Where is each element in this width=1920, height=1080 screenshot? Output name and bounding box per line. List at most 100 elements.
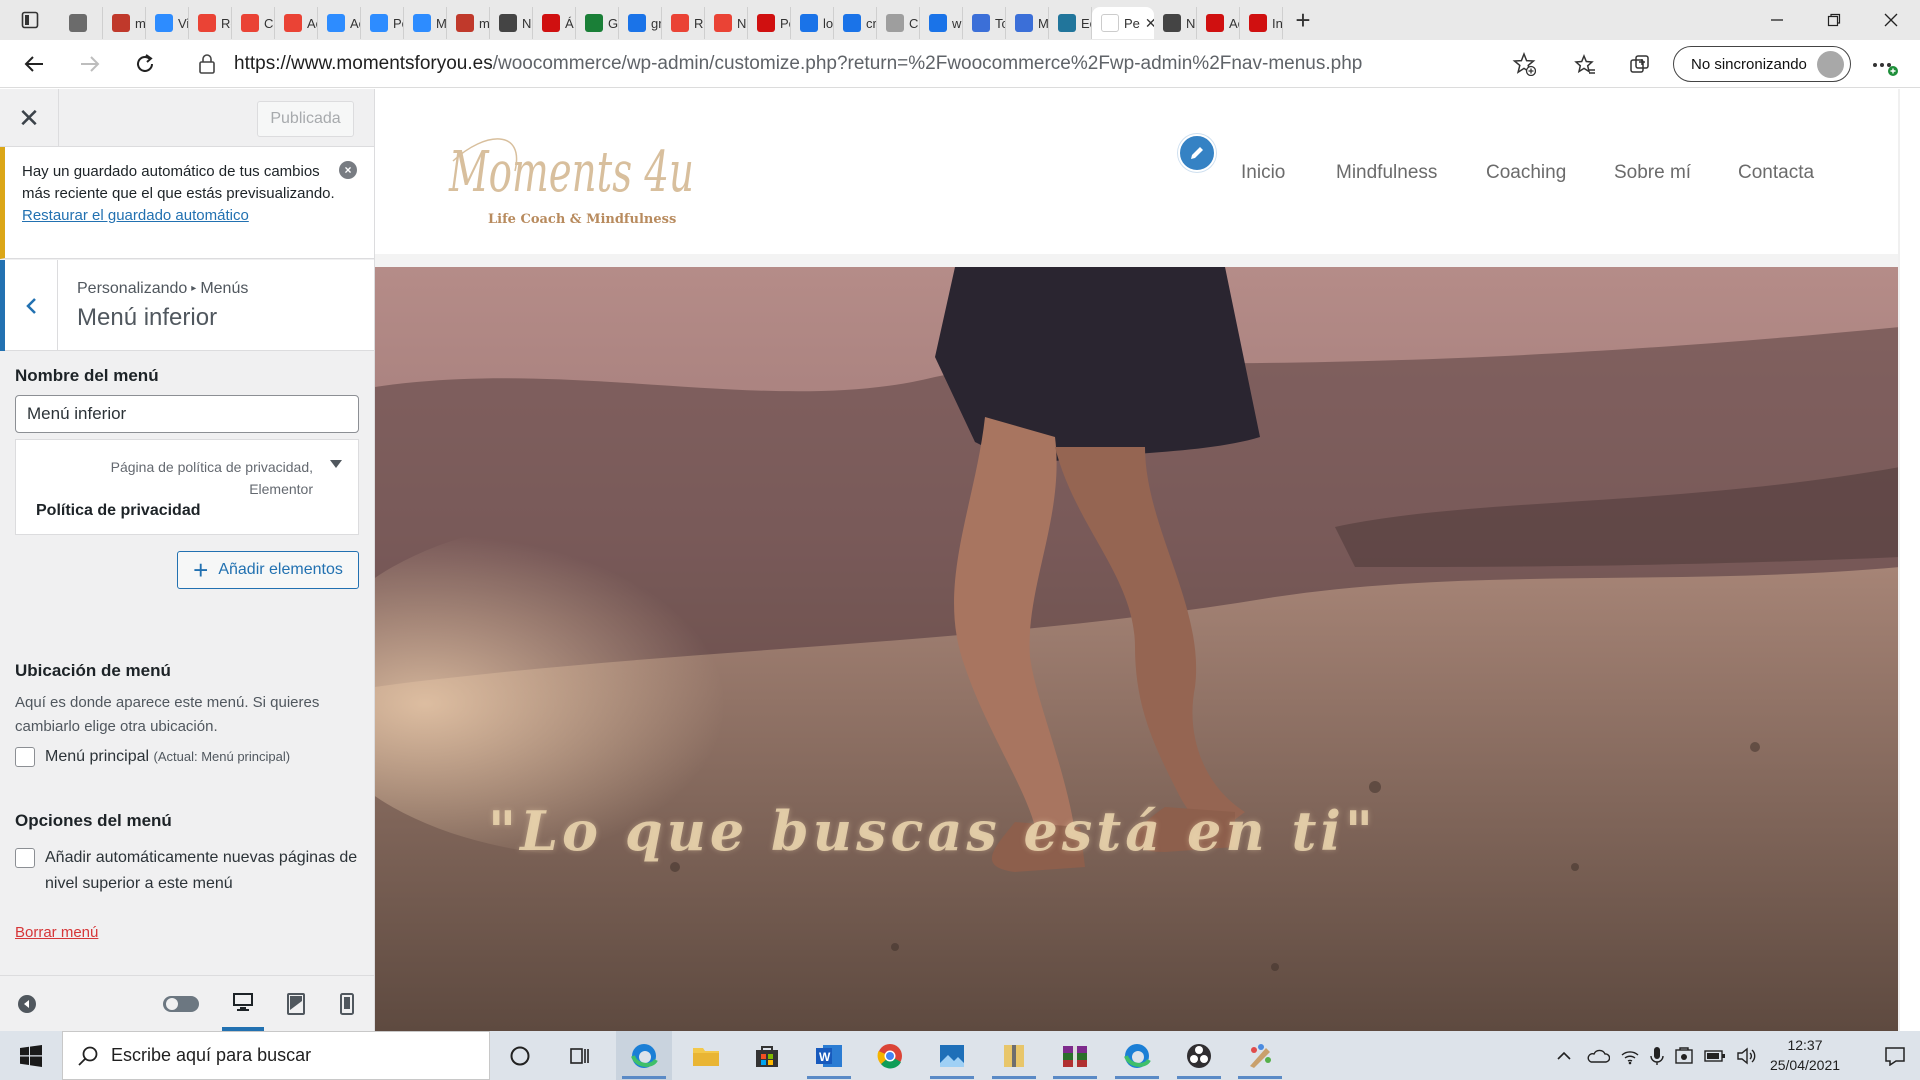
cortana-button[interactable] [492, 1031, 548, 1080]
more-menu-icon[interactable] [1871, 54, 1899, 76]
browser-tab[interactable]: N [705, 7, 748, 39]
browser-tab[interactable]: m [447, 7, 490, 39]
nav-link-sobre-mi[interactable]: Sobre mí [1614, 162, 1691, 184]
auto-add-option[interactable]: Añadir automáticamente nuevas páginas de… [15, 845, 360, 897]
tab-label: Tc [995, 15, 1005, 31]
notifications-button[interactable] [1870, 1031, 1920, 1080]
taskbar-edge-2-button[interactable] [1109, 1031, 1165, 1080]
taskbar-winrar-button[interactable] [1047, 1031, 1103, 1080]
browser-tab[interactable]: N [1154, 7, 1197, 39]
breadcrumb-separator: ▸ [191, 283, 197, 294]
browser-tab[interactable]: gr [619, 7, 662, 39]
close-tab-icon[interactable]: ✕ [1145, 15, 1154, 32]
taskbar-chrome-button[interactable] [862, 1031, 918, 1080]
dismiss-notice-icon[interactable]: × [339, 161, 357, 179]
browser-tab[interactable]: Tc [963, 7, 1006, 39]
delete-menu-link[interactable]: Borrar menú [15, 924, 98, 941]
preview-mobile-button[interactable] [330, 976, 364, 1031]
browser-tab[interactable]: In [1240, 7, 1283, 39]
browser-tab[interactable]: Pc [361, 7, 404, 39]
reload-button[interactable] [123, 42, 167, 86]
nav-link-coaching[interactable]: Coaching [1486, 162, 1566, 184]
taskbar-edge-button[interactable] [616, 1031, 672, 1080]
microphone-icon[interactable] [1650, 1046, 1664, 1066]
back-to-menus-button[interactable] [0, 260, 58, 351]
security-icon[interactable] [1674, 1046, 1694, 1066]
edit-shortcut-button[interactable] [1178, 134, 1216, 172]
collections-icon[interactable] [1628, 53, 1652, 77]
menu-item-privacy[interactable]: Página de política de privacidad, Elemen… [15, 439, 359, 535]
location-primary-checkbox[interactable] [15, 747, 35, 767]
browser-tab[interactable]: Re [662, 7, 705, 39]
sync-status-button[interactable]: No sincronizando [1673, 46, 1851, 82]
minimize-button[interactable] [1748, 0, 1805, 40]
back-button[interactable] [12, 42, 56, 86]
restore-button[interactable] [1805, 0, 1862, 40]
browser-tab[interactable]: Re [189, 7, 232, 39]
forward-button[interactable] [68, 42, 112, 86]
favorites-icon[interactable] [1573, 53, 1597, 77]
taskbar-clock[interactable]: 12:37 25/04/2021 [1755, 1035, 1855, 1075]
browser-tab[interactable]: Cl [877, 7, 920, 39]
start-button[interactable] [0, 1031, 62, 1080]
url-field[interactable]: https://www.momentsforyou.es/woocommerce… [180, 44, 1548, 84]
site-preview: Moments 4u Life Coach & Mindfulness Inic… [375, 89, 1900, 1031]
location-primary-option[interactable]: Menú principal (Actual: Menú principal) [15, 744, 290, 770]
browser-tab[interactable]: Cc [232, 7, 275, 39]
browser-tab[interactable] [60, 7, 103, 39]
browser-tab[interactable]: Pc [748, 7, 791, 39]
browser-tab-active[interactable]: Pe ✕ [1092, 7, 1154, 39]
new-tab-button[interactable]: + [1283, 0, 1323, 40]
browser-tab[interactable]: m [103, 7, 146, 39]
browser-tab[interactable]: M [404, 7, 447, 39]
add-favorite-icon[interactable] [1512, 52, 1536, 76]
nav-link-mindfulness[interactable]: Mindfulness [1336, 162, 1437, 184]
task-view-button[interactable] [552, 1031, 608, 1080]
onedrive-icon[interactable] [1586, 1048, 1610, 1064]
menu-name-input[interactable] [15, 395, 359, 433]
lock-icon [199, 54, 215, 74]
taskbar-paint-button[interactable] [1232, 1031, 1288, 1080]
taskbar-word-button[interactable]: W [801, 1031, 857, 1080]
preview-desktop-button[interactable] [222, 976, 264, 1031]
taskbar-archive-button[interactable] [986, 1031, 1042, 1080]
taskbar-photos-button[interactable] [924, 1031, 980, 1080]
caret-down-icon[interactable] [330, 460, 342, 468]
taskbar-search[interactable]: Escribe aquí para buscar [62, 1031, 490, 1080]
collapse-sidebar-button[interactable] [12, 976, 42, 1031]
tab-label: wi [952, 15, 962, 31]
browser-tab[interactable]: Gr [576, 7, 619, 39]
browser-tab[interactable]: N [490, 7, 533, 39]
browser-tab[interactable]: Ac [1197, 7, 1240, 39]
restore-autosave-link[interactable]: Restaurar el guardado automático [22, 207, 249, 224]
taskbar-explorer-button[interactable] [678, 1031, 734, 1080]
browser-tab[interactable]: M [1006, 7, 1049, 39]
browser-tab[interactable]: cr [834, 7, 877, 39]
chevron-up-icon[interactable] [1556, 1048, 1572, 1064]
browser-tab[interactable]: wi [920, 7, 963, 39]
taskbar-obs-button[interactable] [1171, 1031, 1227, 1080]
nav-link-inicio[interactable]: Inicio [1241, 162, 1285, 184]
auto-add-checkbox[interactable] [15, 848, 35, 868]
section-title: Menú inferior [77, 304, 218, 331]
browser-tab[interactable]: Ec [1049, 7, 1092, 39]
dark-mode-toggle[interactable] [160, 976, 202, 1031]
publish-button[interactable]: Publicada [257, 101, 354, 137]
browser-tab[interactable]: lo [791, 7, 834, 39]
battery-icon[interactable] [1704, 1049, 1726, 1063]
nav-link-contacta[interactable]: Contacta [1738, 162, 1814, 184]
browser-tab[interactable]: Ac [275, 7, 318, 39]
browser-tab[interactable]: Ac [318, 7, 361, 39]
preview-tablet-button[interactable] [276, 976, 316, 1031]
tab-label: Cc [264, 15, 274, 31]
browser-tab[interactable]: Á [533, 7, 576, 39]
preview-scrollbar[interactable] [1898, 89, 1900, 1031]
wifi-icon[interactable] [1620, 1047, 1640, 1065]
add-items-button[interactable]: + Añadir elementos [177, 551, 359, 589]
browser-tab-strip: mViReCcAcAcPcMmNÁGrgrReNPclocrClwiTcMEcP… [0, 0, 1920, 40]
tab-actions-button[interactable] [0, 0, 60, 40]
browser-tab[interactable]: Vi [146, 7, 189, 39]
close-window-button[interactable] [1862, 0, 1919, 40]
close-customizer-button[interactable]: ✕ [0, 89, 59, 147]
taskbar-store-button[interactable] [739, 1031, 795, 1080]
